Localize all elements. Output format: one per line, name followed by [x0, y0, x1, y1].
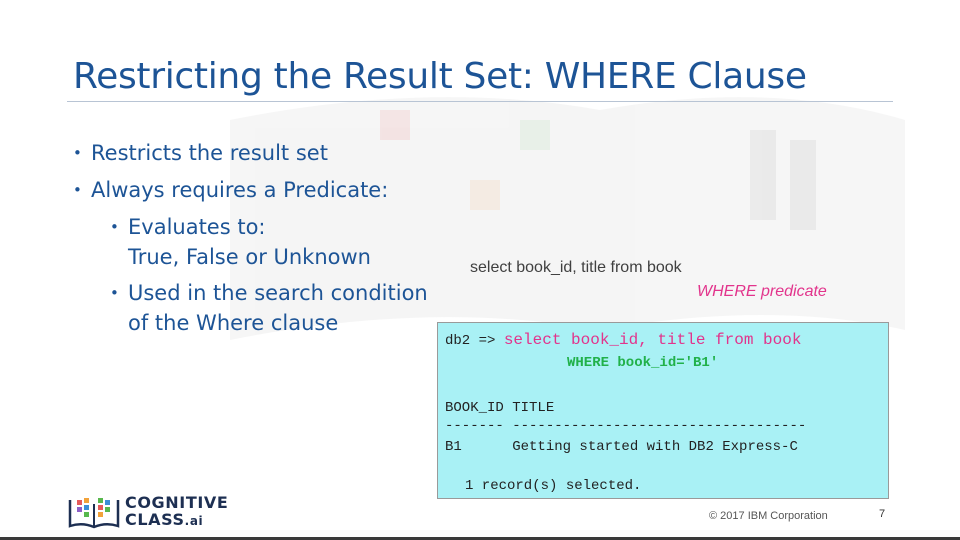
- sub-bullet-text: Evaluates to:: [128, 215, 266, 239]
- logo-line1: COGNITIVE: [125, 493, 229, 512]
- console-column-header: BOOK_ID TITLE: [445, 400, 555, 416]
- title-divider: [67, 101, 893, 102]
- sub-bullet-text: True, False or Unknown: [128, 245, 371, 269]
- logo-wordmark: COGNITIVE CLASS.ai: [125, 494, 228, 530]
- console-command: select book_id, title from book: [503, 331, 802, 349]
- console-result-row: B1 Getting started with DB2 Express-C: [445, 439, 798, 455]
- logo-line2: CLASS: [125, 510, 185, 529]
- bullet-dot-icon: •: [110, 284, 119, 302]
- console-where-line: WHERE book_id='B1': [567, 355, 719, 371]
- db2-console-output: db2 => select book_id, title from book W…: [437, 322, 889, 499]
- page-number: 7: [879, 508, 886, 520]
- sub-bullet-text: Used in the search condition: [128, 281, 428, 305]
- slide-title: Restricting the Result Set: WHERE Clause: [73, 56, 807, 97]
- sub-bullet-text: of the Where clause: [128, 311, 339, 335]
- logo-suffix: .ai: [184, 514, 204, 528]
- syntax-where-line: WHERE predicate: [697, 283, 827, 301]
- console-command-line: db2 => select book_id, title from book: [445, 331, 801, 349]
- book-logo-icon: [68, 498, 120, 529]
- console-prompt: db2 =>: [445, 333, 504, 349]
- slide: Restricting the Result Set: WHERE Clause…: [0, 0, 960, 540]
- bullet-text: Restricts the result set: [91, 141, 328, 165]
- cognitive-class-logo: COGNITIVE CLASS.ai: [68, 494, 228, 530]
- predicate-text: predicate: [756, 283, 827, 300]
- copyright-text: © 2017 IBM Corporation: [709, 510, 828, 522]
- console-separator: ------- --------------------------------…: [445, 418, 807, 434]
- console-footer: 1 record(s) selected.: [465, 478, 642, 494]
- bullet-dot-icon: •: [73, 181, 82, 199]
- bullet-text: Always requires a Predicate:: [91, 178, 389, 202]
- bullet-dot-icon: •: [73, 144, 82, 162]
- bullet-dot-icon: •: [110, 218, 119, 236]
- where-keyword: WHERE: [697, 283, 757, 300]
- syntax-select-line: select book_id, title from book: [470, 259, 682, 276]
